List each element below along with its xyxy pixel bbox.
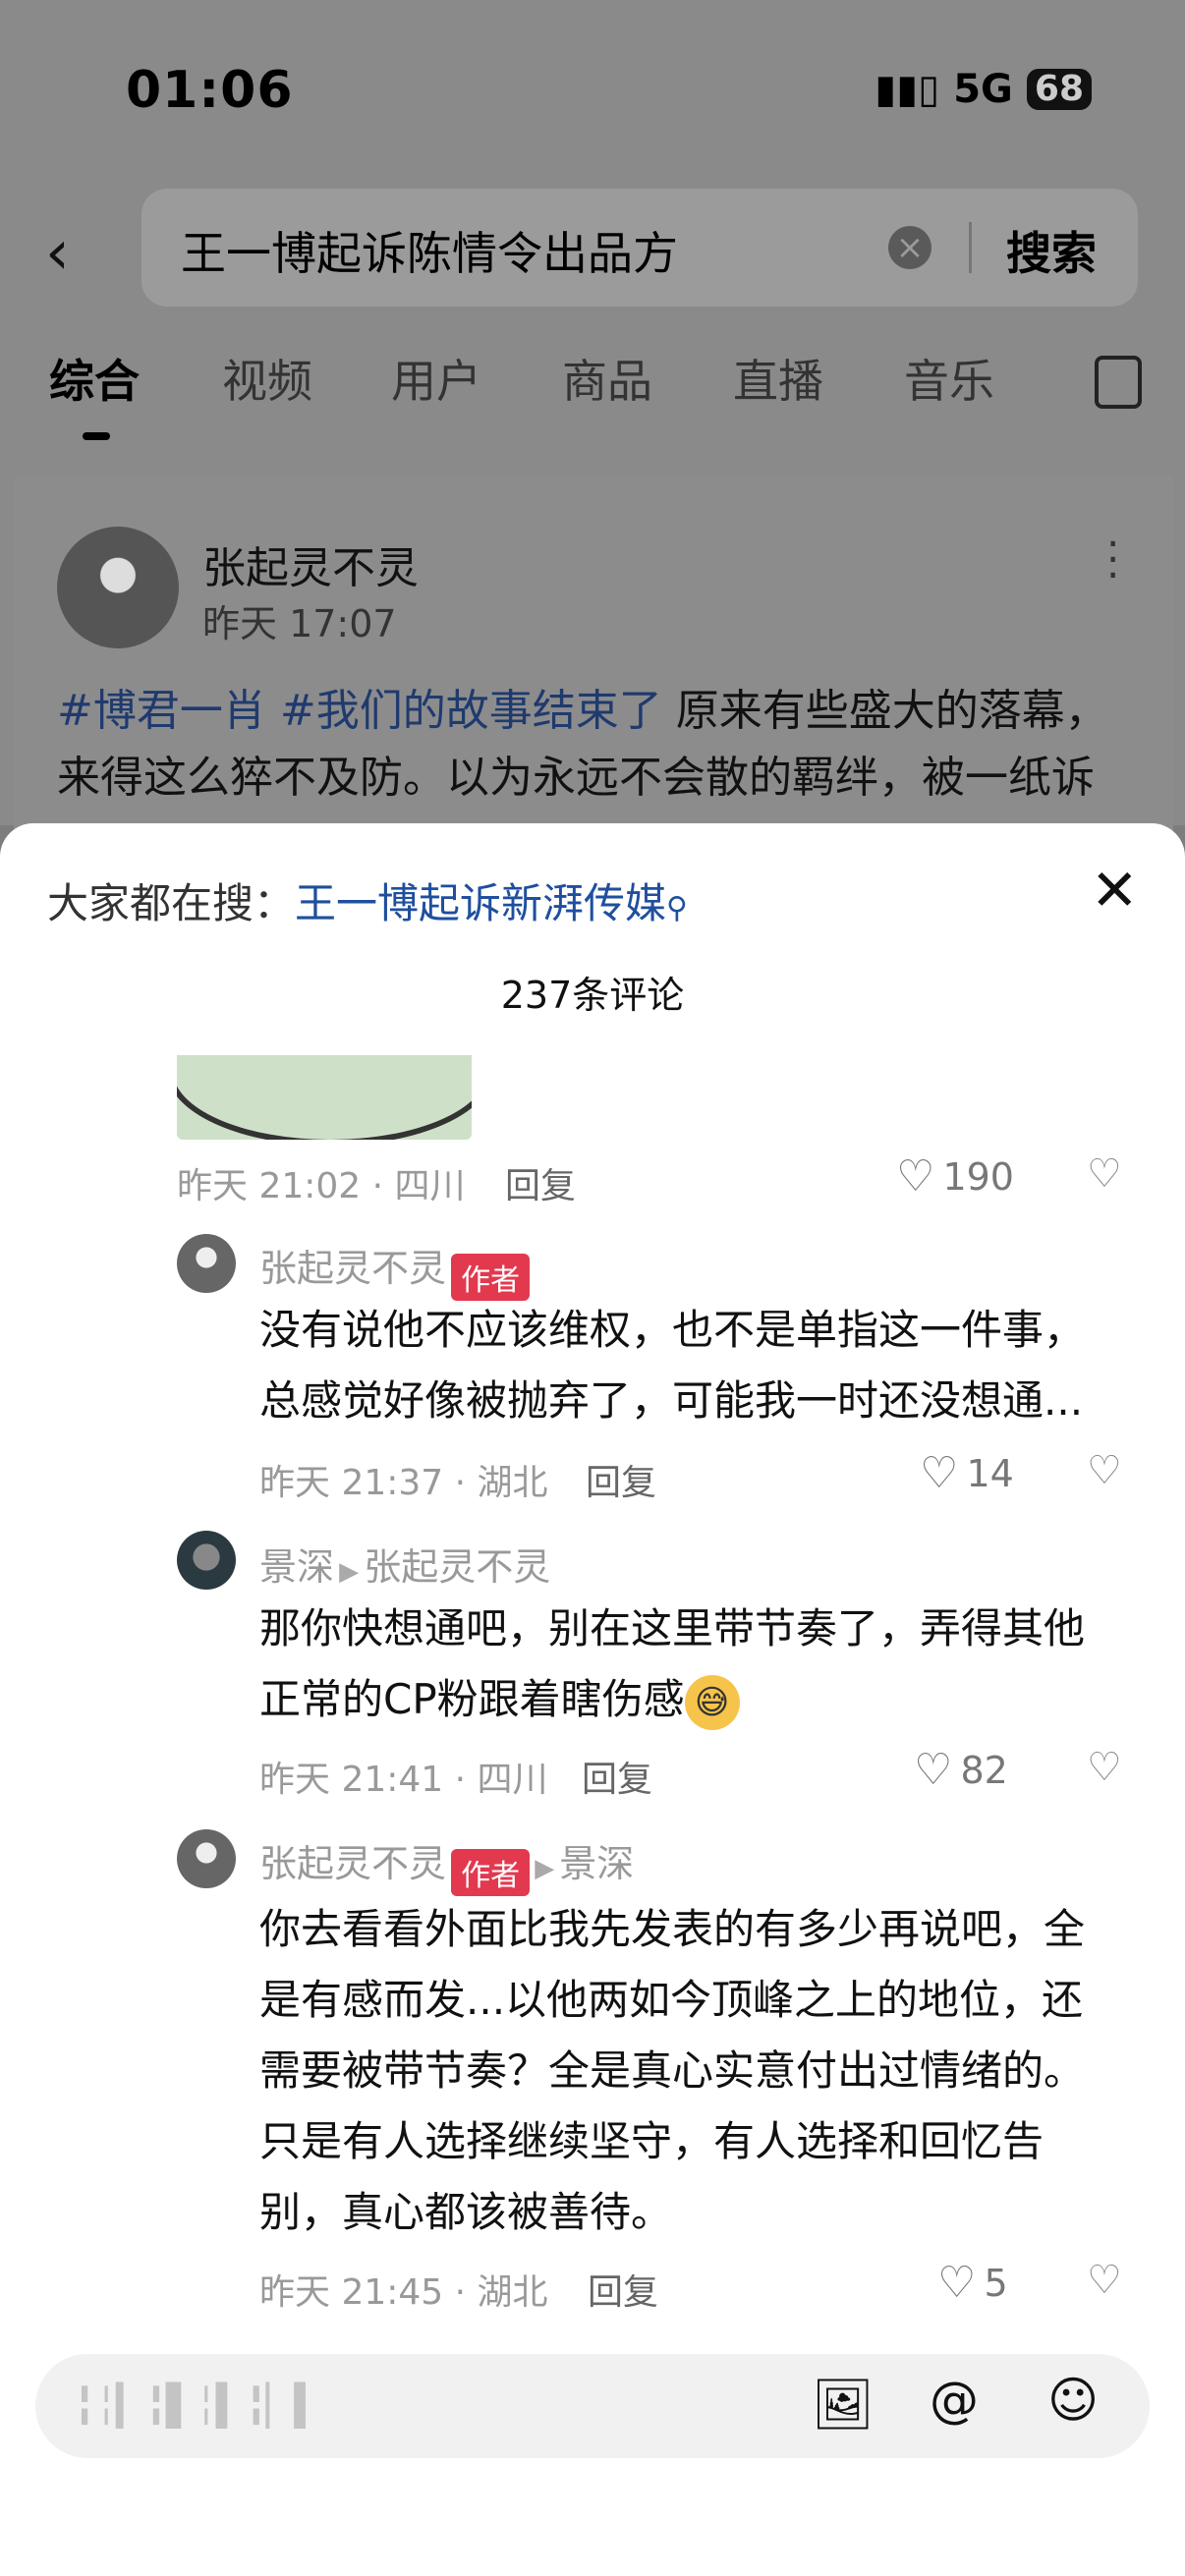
at-icon[interactable]: @ [930, 2372, 979, 2429]
active-tab-indicator [83, 432, 110, 440]
grin-sweat-emoji-icon: 😅 [684, 1674, 740, 1730]
comment-meta: 昨天 21:37 · 湖北 [259, 1463, 548, 1503]
comment-input-placeholder[interactable]: ╏╎▎╏▌╎▍╏▏▍ [73, 2383, 324, 2429]
image-icon[interactable]: 🖼 [812, 2376, 874, 2434]
comment-header: 景深 ▶ 张起灵不灵 [259, 1537, 550, 1591]
broken-heart-icon[interactable]: ♡ [1087, 1151, 1122, 1197]
reply-button[interactable]: 回复 [588, 2264, 658, 2315]
search-button[interactable]: 搜索 [1006, 218, 1097, 283]
author-badge: 作者 [451, 1848, 531, 1896]
author-badge: 作者 [451, 1253, 531, 1301]
network-label: 5G [953, 67, 1013, 112]
broken-heart-icon[interactable]: ♡ [1087, 2258, 1122, 2303]
comment-count: 237条评论 [500, 974, 685, 1017]
heart-icon: ♡ [920, 1448, 959, 1498]
tab-all[interactable]: 综合 [49, 346, 140, 411]
status-icons: ▮▮▯ 5G 68 [875, 67, 1092, 112]
comment-meta: 昨天 21:41 · 四川 [259, 1760, 548, 1800]
broken-heart-icon[interactable]: ♡ [1087, 1448, 1122, 1493]
trending-prefix: 大家都在搜： [47, 879, 296, 927]
back-arrow-icon[interactable]: ‹ [45, 216, 70, 288]
reply-to-username[interactable]: 景深 [559, 1842, 634, 1885]
comment-meta: 昨天 21:45 · 湖北 [259, 2272, 548, 2313]
comment-line: 只是有人选择继续坚守，有人选择和回忆告 [259, 2117, 1044, 2165]
avatar[interactable] [177, 1234, 236, 1293]
comment-username[interactable]: 张起灵不灵 [259, 1247, 446, 1290]
comment-line: 正常的CP粉跟着瞎伤感 [259, 1675, 685, 1723]
tab-live[interactable]: 直播 [733, 346, 823, 411]
comment-header: 张起灵不灵 作者 [259, 1238, 531, 1301]
tab-users[interactable]: 用户 [391, 346, 481, 411]
emoji-icon[interactable]: ☺ [1047, 2372, 1099, 2429]
hashtag-link[interactable]: #博君一肖 [57, 686, 266, 736]
reply-arrow-icon: ▶ [339, 1557, 360, 1587]
broken-heart-icon[interactable]: ♡ [1087, 1745, 1122, 1790]
like-button[interactable]: ♡ 190 [896, 1151, 1014, 1202]
signal-icon: ▮▮▯ [875, 67, 940, 112]
more-icon[interactable]: · · · [1106, 524, 1119, 596]
comment-text: 没有说他不应该维权，也不是单指这一件事， 总感觉好像被抛弃了，可能我一时还没想通… [259, 1295, 1085, 1436]
avatar[interactable] [177, 1829, 236, 1888]
reply-button[interactable]: 回复 [505, 1157, 576, 1208]
hashtag-link[interactable]: #我们的故事结束了 [280, 686, 662, 736]
like-button[interactable]: ♡ 5 [937, 2258, 1008, 2308]
avatar[interactable] [57, 527, 179, 648]
comment-line: 需要被带节奏？全是真心实意付出过情绪的。 [259, 2046, 1086, 2095]
tab-video[interactable]: 视频 [222, 346, 312, 411]
post-body-line: 原来有些盛大的落幕， [661, 686, 1108, 736]
comment-username[interactable]: 张起灵不灵 [259, 1842, 446, 1885]
comment-line: 是有感而发...以他两如今顶峰之上的地位，还 [259, 1976, 1084, 2024]
post-body-line: 来得这么猝不及防。以为永远不会散的羁绊，被一纸诉 [57, 753, 1095, 803]
like-count: 5 [984, 2261, 1008, 2305]
comment-meta: 昨天 21:02 · 四川 [177, 1166, 466, 1206]
comment-line: 没有说他不应该维权，也不是单指这一件事， [259, 1306, 1086, 1354]
reply-to-username[interactable]: 张起灵不灵 [364, 1545, 550, 1589]
status-time: 01:06 [126, 61, 294, 120]
comment-header: 张起灵不灵 作者 ▶ 景深 [259, 1833, 634, 1896]
comment-line: 你去看看外面比我先发表的有多少再说吧，全 [259, 1905, 1086, 1953]
post-author[interactable]: 张起灵不灵 [202, 532, 419, 595]
reply-button[interactable]: 回复 [582, 1751, 652, 1802]
reply-button[interactable]: 回复 [586, 1454, 656, 1505]
like-count: 14 [966, 1451, 1014, 1495]
filter-tabs: 综合 视频 用户 商品 直播 音乐 [0, 346, 1185, 424]
comment-line: 总感觉好像被抛弃了，可能我一时还没想通... [259, 1376, 1084, 1425]
comment-username[interactable]: 景深 [259, 1545, 334, 1589]
comment-image[interactable] [177, 1055, 472, 1140]
like-button[interactable]: ♡ 14 [920, 1448, 1014, 1498]
like-button[interactable]: ♡ 82 [914, 1745, 1008, 1795]
avatar[interactable] [177, 1531, 236, 1590]
tab-menu-icon[interactable] [1095, 356, 1142, 409]
comment-line: 别，真心都该被善待。 [259, 2188, 673, 2236]
like-count: 190 [942, 1154, 1014, 1199]
search-icon: ⚲ [666, 891, 689, 925]
trending-link[interactable]: 王一博起诉新湃传媒 [295, 879, 666, 927]
heart-icon: ♡ [896, 1151, 935, 1202]
tab-music[interactable]: 音乐 [904, 346, 994, 411]
comment-line: 那你快想通吧，别在这里带节奏了，弄得其他 [259, 1604, 1086, 1652]
search-input[interactable]: 王一博起诉陈情令出品方 [181, 218, 678, 283]
trending-search[interactable]: 大家都在搜：王一博起诉新湃传媒⚲ [47, 870, 688, 930]
post-time: 昨天 17:07 [202, 602, 397, 645]
heart-icon: ♡ [937, 2258, 977, 2308]
clear-icon[interactable]: × [888, 226, 931, 269]
search-divider [969, 222, 972, 273]
post-text: #博君一肖 #我们的故事结束了 原来有些盛大的落幕， 来得这么猝不及防。以为永远… [57, 678, 1138, 812]
reply-arrow-icon: ▶ [535, 1854, 555, 1883]
heart-icon: ♡ [914, 1745, 953, 1795]
tab-goods[interactable]: 商品 [562, 346, 652, 411]
battery-badge: 68 [1026, 69, 1092, 110]
like-count: 82 [960, 1748, 1008, 1792]
comment-text: 你去看看外面比我先发表的有多少再说吧，全 是有感而发...以他两如今顶峰之上的地… [259, 1894, 1085, 2248]
comment-text: 那你快想通吧，别在这里带节奏了，弄得其他 正常的CP粉跟着瞎伤感 😅 [259, 1594, 1085, 1735]
close-icon[interactable]: ✕ [1091, 857, 1139, 924]
